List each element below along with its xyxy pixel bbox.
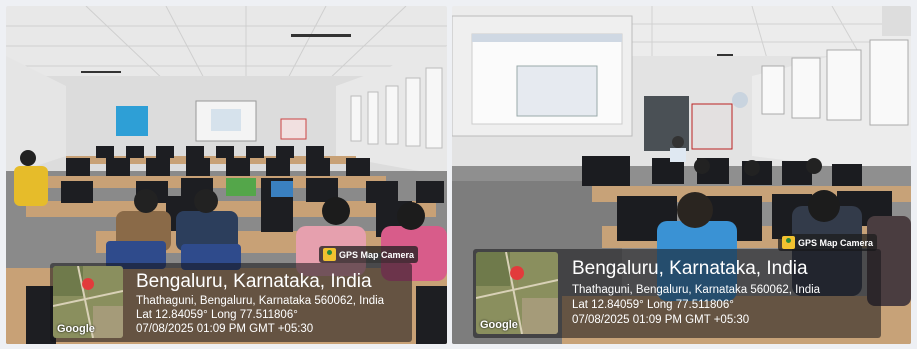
address-line: Thathaguni, Bengaluru, Karnataka 560062,… — [136, 295, 385, 307]
gps-badge-label: GPS Map Camera — [798, 237, 874, 248]
location-title: Bengaluru, Karnataka, India — [136, 271, 372, 292]
coordinates-line: Lat 12.84059° Long 77.511806° — [572, 299, 734, 311]
coordinates-line: Lat 12.84059° Long 77.511806° — [136, 309, 298, 321]
google-label: Google — [57, 323, 95, 335]
photo-right: GPS Map Camera Google Bengaluru, Karnata… — [452, 6, 911, 344]
datetime-line: 07/08/2025 01:09 PM GMT +05:30 — [572, 314, 750, 326]
gps-camera-icon — [782, 236, 795, 249]
gps-badge-label: GPS Map Camera — [339, 249, 415, 260]
location-title: Bengaluru, Karnataka, India — [572, 258, 808, 279]
address-line: Thathaguni, Bengaluru, Karnataka 560062,… — [572, 284, 821, 296]
gps-map-camera-badge: GPS Map Camera — [319, 246, 419, 263]
datetime-line: 07/08/2025 01:09 PM GMT +05:30 — [136, 323, 314, 335]
photo-left: GPS Map Camera Google Bengaluru, Karnata… — [6, 6, 447, 344]
map-thumbnail: Google — [476, 252, 558, 334]
map-thumbnail: Google — [53, 266, 123, 338]
google-label: Google — [480, 319, 518, 331]
gps-camera-icon — [323, 248, 336, 261]
